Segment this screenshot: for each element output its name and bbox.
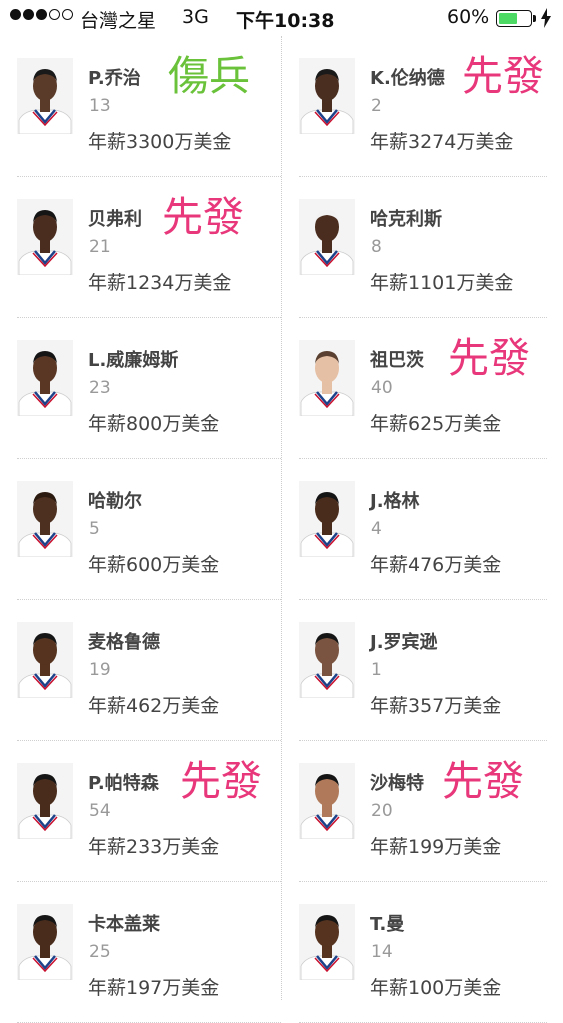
player-avatar — [299, 58, 355, 134]
starter-tag: 先發 — [180, 757, 262, 805]
player-salary: 年薪600万美金 — [88, 554, 220, 576]
player-name: 祖巴茨 — [370, 350, 424, 371]
player-salary: 年薪462万美金 — [88, 695, 220, 717]
starter-tag: 先發 — [442, 757, 524, 805]
player-avatar — [17, 622, 73, 698]
player-card[interactable]: 麦格鲁德 19 年薪462万美金 — [0, 600, 281, 741]
clock: 下午10:38 — [236, 10, 335, 32]
player-name: J.格林 — [370, 491, 420, 512]
jersey-number: 13 — [89, 96, 111, 116]
player-card[interactable]: 哈克利斯 8 年薪1101万美金 — [282, 177, 563, 318]
player-avatar — [17, 58, 73, 134]
signal-dot — [23, 9, 34, 20]
player-avatar — [299, 904, 355, 980]
player-card[interactable]: 祖巴茨 40 年薪625万美金 先發 — [282, 318, 563, 459]
player-avatar — [17, 199, 73, 275]
player-salary: 年薪625万美金 — [370, 413, 502, 435]
player-name: L.威廉姆斯 — [88, 350, 179, 371]
signal-dot — [49, 9, 60, 20]
player-salary: 年薪100万美金 — [370, 977, 502, 999]
jersey-number: 25 — [89, 942, 111, 962]
player-card[interactable]: J.格林 4 年薪476万美金 — [282, 459, 563, 600]
starter-tag: 先發 — [448, 334, 530, 382]
battery-icon — [496, 10, 532, 27]
player-name: J.罗宾逊 — [370, 632, 438, 653]
player-card[interactable]: P.乔治 13 年薪3300万美金 傷兵 — [0, 36, 281, 177]
jersey-number: 8 — [371, 237, 382, 257]
player-avatar — [299, 199, 355, 275]
carrier-name: 台灣之星 — [80, 10, 157, 32]
player-row: 贝弗利 21 年薪1234万美金 先發 哈克利斯 8 年薪1101万美金 — [0, 177, 563, 318]
signal-dot — [10, 9, 21, 20]
player-card[interactable]: 哈勒尔 5 年薪600万美金 — [0, 459, 281, 600]
player-name: P.乔治 — [88, 68, 141, 89]
player-salary: 年薪1101万美金 — [370, 272, 514, 294]
jersey-number: 23 — [89, 378, 111, 398]
starter-tag: 先發 — [462, 52, 544, 100]
player-card[interactable]: P.帕特森 54 年薪233万美金 先發 — [0, 741, 281, 882]
starter-tag: 先發 — [162, 193, 244, 241]
player-salary: 年薪199万美金 — [370, 836, 502, 858]
player-name: T.曼 — [370, 914, 405, 935]
player-avatar — [17, 904, 73, 980]
jersey-number: 5 — [89, 519, 100, 539]
player-card[interactable]: K.伦纳德 2 年薪3274万美金 先發 — [282, 36, 563, 177]
battery-tip — [533, 15, 536, 22]
player-card[interactable]: T.曼 14 年薪100万美金 — [282, 882, 563, 1023]
signal-dot — [62, 9, 73, 20]
player-avatar — [17, 481, 73, 557]
player-name: 贝弗利 — [88, 209, 142, 230]
player-row: 卡本盖莱 25 年薪197万美金 T.曼 14 年薪100万美金 — [0, 882, 563, 1023]
player-name: P.帕特森 — [88, 773, 159, 794]
player-salary: 年薪357万美金 — [370, 695, 502, 717]
player-row: P.乔治 13 年薪3300万美金 傷兵 K.伦纳德 2 年薪3274万美金 先發 — [0, 36, 563, 177]
status-bar: 台灣之星 3G 下午10:38 60% — [0, 0, 563, 36]
charging-bolt-icon — [541, 8, 551, 28]
jersey-number: 19 — [89, 660, 111, 680]
player-row: 麦格鲁德 19 年薪462万美金 J.罗宾逊 1 年薪357万美金 — [0, 600, 563, 741]
player-name: 哈克利斯 — [370, 209, 442, 230]
player-card[interactable]: L.威廉姆斯 23 年薪800万美金 — [0, 318, 281, 459]
player-salary: 年薪233万美金 — [88, 836, 220, 858]
player-salary: 年薪800万美金 — [88, 413, 220, 435]
jersey-number: 2 — [371, 96, 382, 116]
player-salary: 年薪3274万美金 — [370, 131, 514, 153]
jersey-number: 40 — [371, 378, 393, 398]
player-row: 哈勒尔 5 年薪600万美金 J.格林 4 年薪476万美金 — [0, 459, 563, 600]
player-card[interactable]: J.罗宾逊 1 年薪357万美金 — [282, 600, 563, 741]
player-name: K.伦纳德 — [370, 68, 445, 89]
player-salary: 年薪476万美金 — [370, 554, 502, 576]
player-salary: 年薪197万美金 — [88, 977, 220, 999]
player-salary: 年薪3300万美金 — [88, 131, 232, 153]
player-card[interactable]: 沙梅特 20 年薪199万美金 先發 — [282, 741, 563, 882]
player-salary: 年薪1234万美金 — [88, 272, 232, 294]
player-name: 沙梅特 — [370, 773, 424, 794]
player-avatar — [299, 481, 355, 557]
player-avatar — [299, 340, 355, 416]
player-card[interactable]: 贝弗利 21 年薪1234万美金 先發 — [0, 177, 281, 318]
jersey-number: 1 — [371, 660, 382, 680]
player-row: L.威廉姆斯 23 年薪800万美金 祖巴茨 40 年薪625万美金 先發 — [0, 318, 563, 459]
jersey-number: 21 — [89, 237, 111, 257]
player-card[interactable]: 卡本盖莱 25 年薪197万美金 — [0, 882, 281, 1023]
jersey-number: 14 — [371, 942, 393, 962]
jersey-number: 4 — [371, 519, 382, 539]
signal-dot — [36, 9, 47, 20]
player-avatar — [17, 763, 73, 839]
player-name: 哈勒尔 — [88, 491, 142, 512]
jersey-number: 20 — [371, 801, 393, 821]
player-avatar — [17, 340, 73, 416]
player-name: 麦格鲁德 — [88, 632, 160, 653]
battery-percent: 60% — [447, 6, 490, 28]
signal-strength-icon — [10, 9, 73, 20]
player-name: 卡本盖莱 — [88, 914, 160, 935]
network-type: 3G — [182, 6, 209, 28]
player-avatar — [299, 622, 355, 698]
jersey-number: 54 — [89, 801, 111, 821]
player-row: P.帕特森 54 年薪233万美金 先發 沙梅特 20 年薪199万美金 先發 — [0, 741, 563, 882]
injured-tag: 傷兵 — [168, 52, 250, 100]
player-avatar — [299, 763, 355, 839]
